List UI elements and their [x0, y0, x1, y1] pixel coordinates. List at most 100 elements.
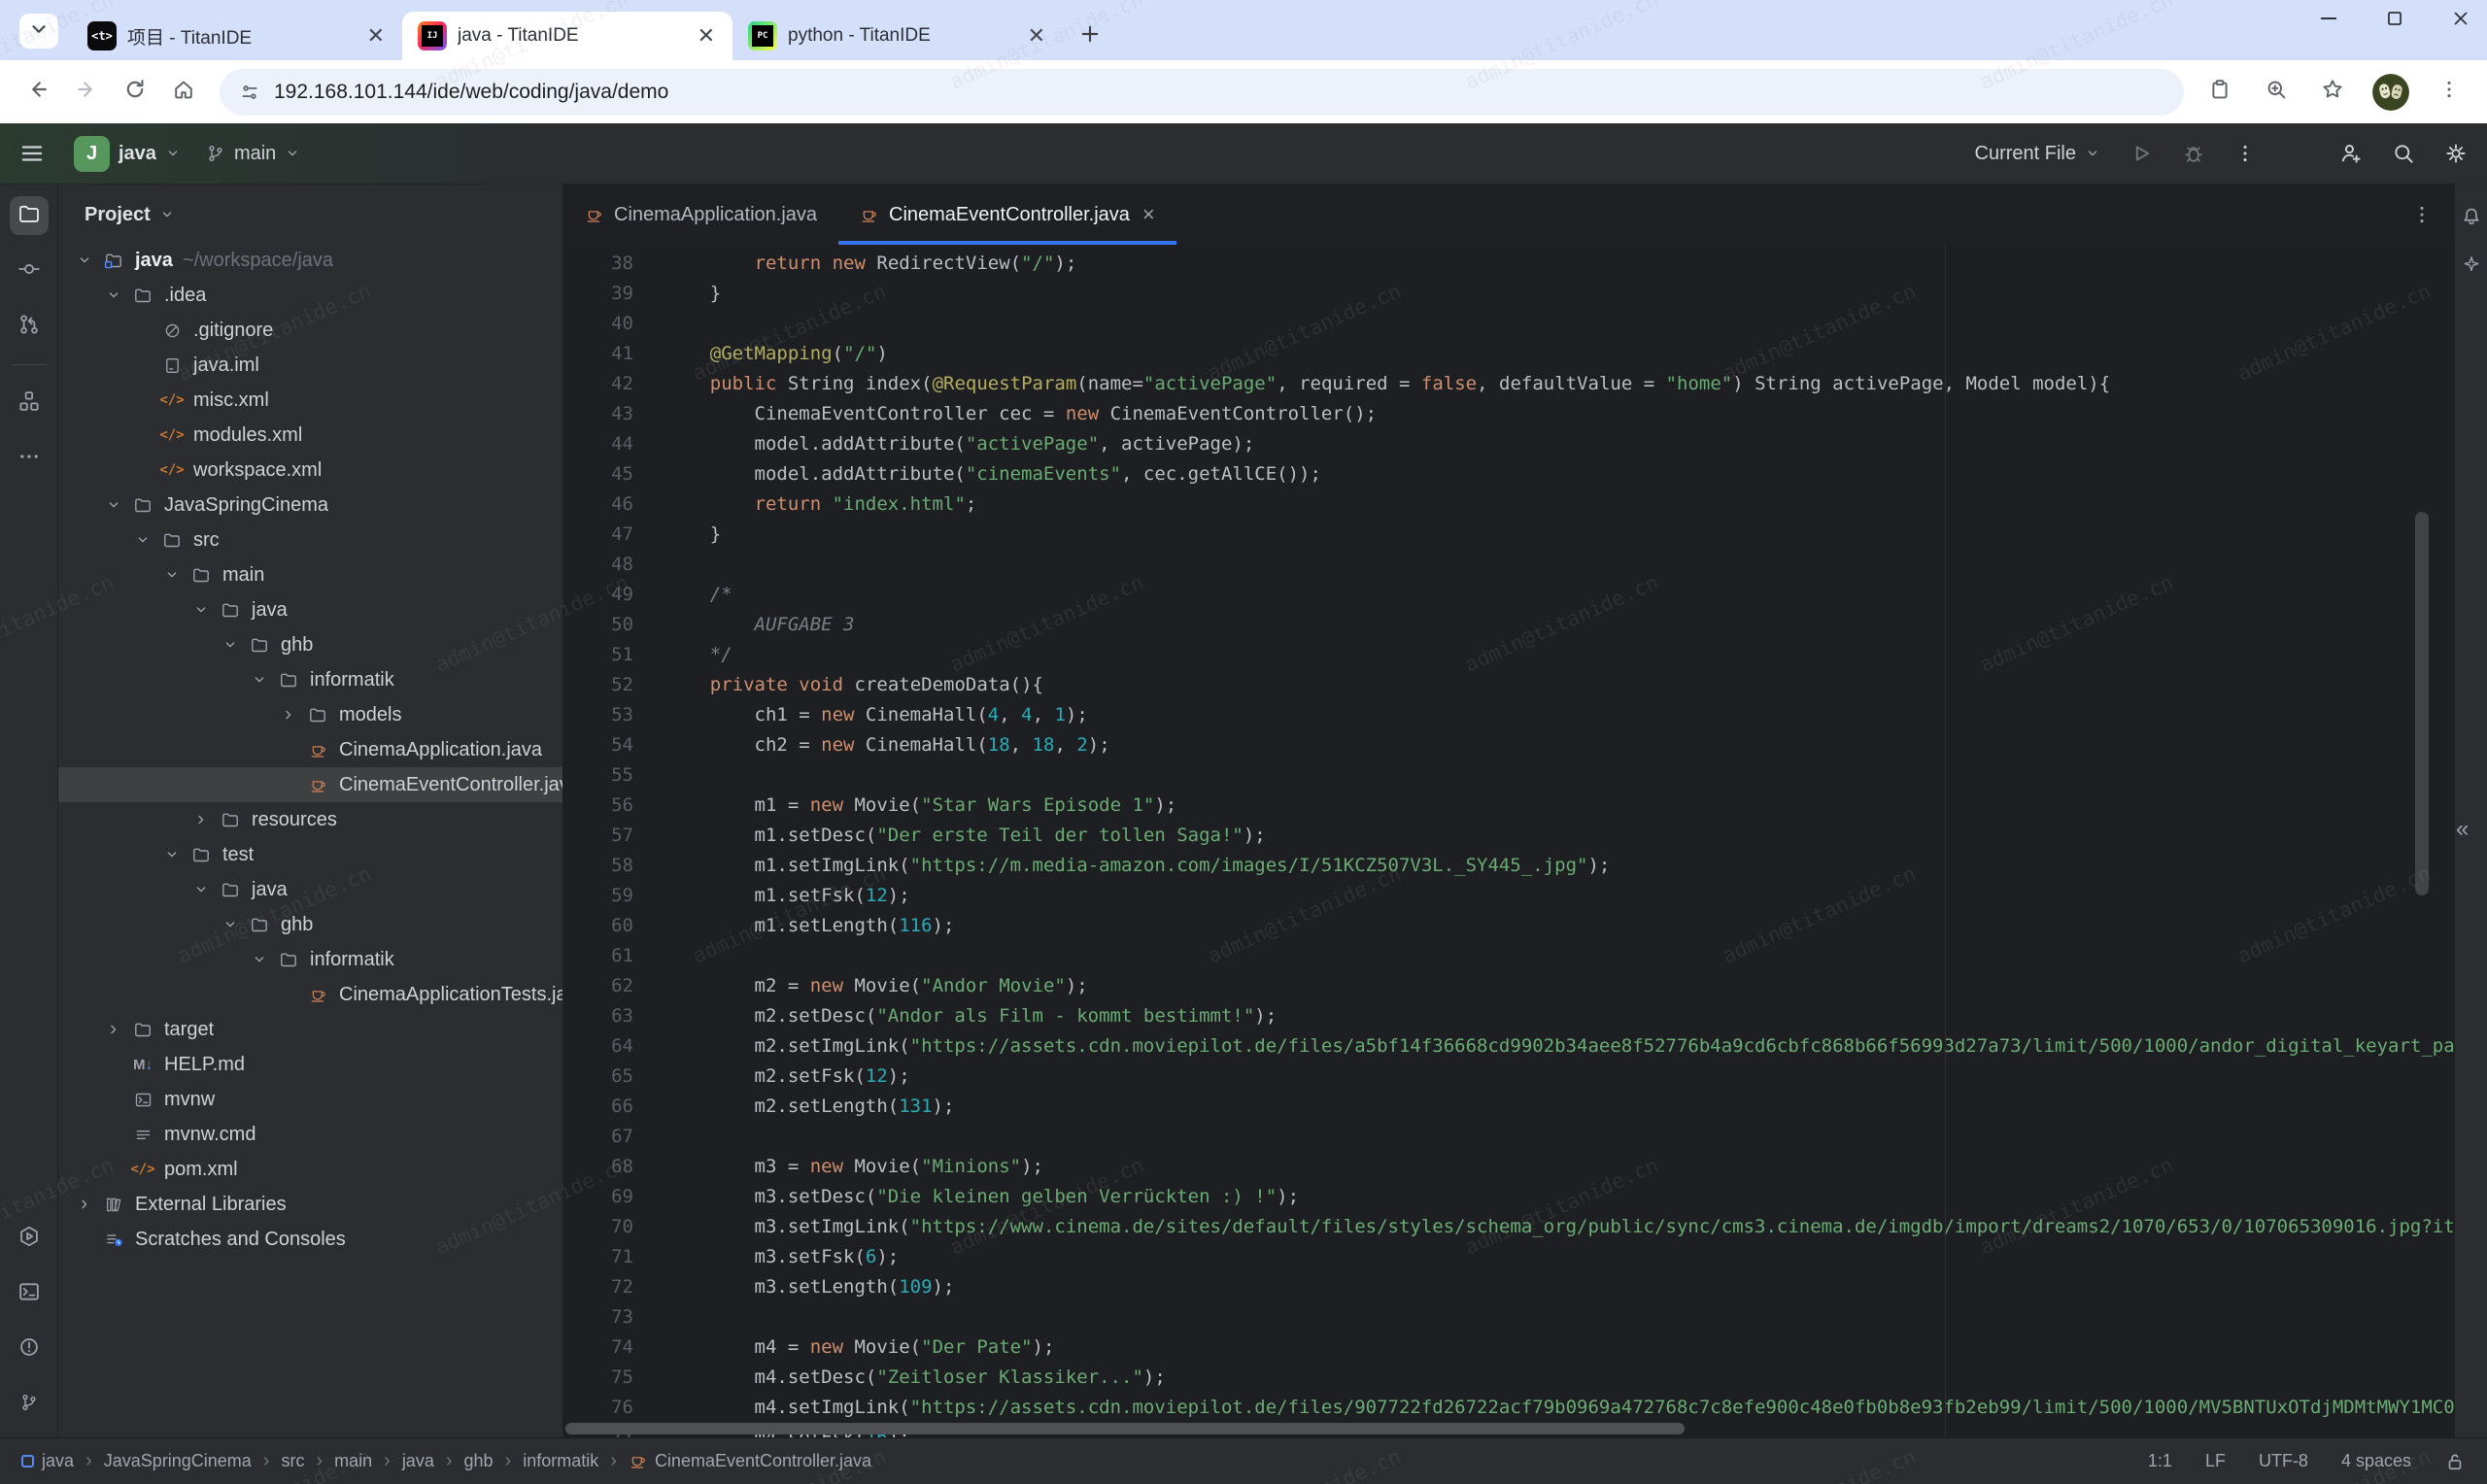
line-number[interactable]: 66: [563, 1092, 633, 1122]
horizontal-scrollbar[interactable]: [565, 1423, 1685, 1434]
search-everywhere-button[interactable]: [2392, 142, 2415, 165]
tree-item-mvnw-cmd[interactable]: mvnw.cmd: [58, 1117, 562, 1152]
code-line-66[interactable]: 66 m2.setLength(131);: [563, 1092, 2454, 1122]
browser-tab[interactable]: PC python - TitanIDE ✕: [732, 12, 1063, 60]
tree-item-main[interactable]: main: [58, 557, 562, 592]
bookmark-button[interactable]: [2308, 69, 2357, 116]
code-line-45[interactable]: 45 model.addAttribute("cinemaEvents", ce…: [563, 459, 2454, 489]
code-line-51[interactable]: 51 */: [563, 640, 2454, 670]
line-number[interactable]: 58: [563, 851, 633, 881]
code-line-61[interactable]: 61: [563, 941, 2454, 971]
tree-item-cinemaapplicationtests-java[interactable]: CinemaApplicationTests.java: [58, 977, 562, 1012]
tree-item-java-iml[interactable]: java.iml: [58, 348, 562, 383]
indent-setting[interactable]: 4 spaces: [2341, 1451, 2411, 1471]
line-number[interactable]: 48: [563, 550, 633, 580]
tree-item-java[interactable]: java~/workspace/java: [58, 243, 562, 278]
problems-tool-button[interactable]: [10, 1330, 49, 1368]
caret-position[interactable]: 1:1: [2148, 1451, 2172, 1471]
code-line-47[interactable]: 47 }: [563, 520, 2454, 550]
profile-avatar[interactable]: [2372, 74, 2409, 111]
code-line-74[interactable]: 74 m4 = new Movie("Der Pate");: [563, 1332, 2454, 1363]
code-line-43[interactable]: 43 CinemaEventController cec = new Cinem…: [563, 399, 2454, 429]
code-line-70[interactable]: 70 m3.setImgLink("https://www.cinema.de/…: [563, 1212, 2454, 1242]
tree-item-resources[interactable]: resources: [58, 802, 562, 837]
tree-item-misc-xml[interactable]: </> misc.xml: [58, 383, 562, 418]
code-line-55[interactable]: 55: [563, 760, 2454, 791]
window-minimize-button[interactable]: [2316, 6, 2341, 31]
line-number[interactable]: 76: [563, 1393, 633, 1423]
line-number[interactable]: 46: [563, 489, 633, 520]
notifications-button[interactable]: [2461, 206, 2482, 227]
structure-tool-button[interactable]: [10, 384, 49, 422]
code-line-76[interactable]: 76 m4.setImgLink("https://assets.cdn.mov…: [563, 1393, 2454, 1423]
chevron-down-icon[interactable]: [187, 602, 216, 618]
code-line-65[interactable]: 65 m2.setFsk(12);: [563, 1062, 2454, 1092]
tab-close-icon[interactable]: ✕: [361, 23, 391, 49]
breadcrumb-item[interactable]: ghb: [464, 1451, 494, 1471]
project-tool-button[interactable]: [10, 196, 49, 235]
code-line-50[interactable]: 50 AUFGABE 3: [563, 610, 2454, 640]
code-line-46[interactable]: 46 return "index.html";: [563, 489, 2454, 520]
tree-item-help-md[interactable]: M↓ HELP.md: [58, 1047, 562, 1082]
code-line-67[interactable]: 67: [563, 1122, 2454, 1152]
code-line-42[interactable]: 42 public String index(@RequestParam(nam…: [563, 369, 2454, 399]
code-line-64[interactable]: 64 m2.setImgLink("https://assets.cdn.mov…: [563, 1031, 2454, 1062]
tree-item-modules-xml[interactable]: </> modules.xml: [58, 418, 562, 453]
services-tool-button[interactable]: [10, 1219, 49, 1258]
line-number[interactable]: 49: [563, 580, 633, 610]
line-number[interactable]: 75: [563, 1363, 633, 1393]
code-line-38[interactable]: 38 return new RedirectView("/");: [563, 249, 2454, 279]
browser-menu-button[interactable]: [2425, 69, 2473, 116]
code-line-53[interactable]: 53 ch1 = new CinemaHall(4, 4, 1);: [563, 700, 2454, 730]
tree-item-cinemaapplication-java[interactable]: CinemaApplication.java: [58, 732, 562, 767]
chevron-down-icon[interactable]: [245, 952, 274, 967]
tree-item-java[interactable]: java: [58, 592, 562, 627]
commit-tool-button[interactable]: [10, 252, 49, 290]
code-line-69[interactable]: 69 m3.setDesc("Die kleinen gelben Verrüc…: [563, 1182, 2454, 1212]
code-line-48[interactable]: 48: [563, 550, 2454, 580]
collapse-panel-button[interactable]: «: [2456, 816, 2469, 843]
code-line-68[interactable]: 68 m3 = new Movie("Minions");: [563, 1152, 2454, 1182]
line-number[interactable]: 40: [563, 309, 633, 339]
line-number[interactable]: 72: [563, 1272, 633, 1302]
chevron-right-icon[interactable]: [274, 707, 303, 723]
project-widget[interactable]: J java: [74, 136, 181, 172]
breadcrumb-item[interactable]: main: [334, 1451, 372, 1471]
chevron-down-icon[interactable]: [70, 253, 99, 268]
tree-item-informatik[interactable]: informatik: [58, 942, 562, 977]
line-number[interactable]: 47: [563, 520, 633, 550]
tab-close-icon[interactable]: ✕: [1022, 23, 1051, 49]
code-line-54[interactable]: 54 ch2 = new CinemaHall(18, 18, 2);: [563, 730, 2454, 760]
code-line-58[interactable]: 58 m1.setImgLink("https://m.media-amazon…: [563, 851, 2454, 881]
code-line-56[interactable]: 56 m1 = new Movie("Star Wars Episode 1")…: [563, 791, 2454, 821]
code-with-me-button[interactable]: [2339, 142, 2363, 165]
chevron-down-icon[interactable]: [99, 287, 128, 303]
chevron-down-icon[interactable]: [216, 637, 245, 653]
chevron-right-icon[interactable]: [187, 812, 216, 827]
line-number[interactable]: 61: [563, 941, 633, 971]
run-configuration-selector[interactable]: Current File: [1975, 143, 2100, 165]
tree-item-java[interactable]: java: [58, 872, 562, 907]
tree-item-ghb[interactable]: ghb: [58, 627, 562, 662]
line-number[interactable]: 62: [563, 971, 633, 1001]
code-line-41[interactable]: 41 @GetMapping("/"): [563, 339, 2454, 369]
line-number[interactable]: 56: [563, 791, 633, 821]
url-text[interactable]: 192.168.101.144/ide/web/coding/java/demo: [274, 81, 668, 104]
line-number[interactable]: 70: [563, 1212, 633, 1242]
address-bar[interactable]: 192.168.101.144/ide/web/coding/java/demo: [220, 69, 2184, 116]
window-close-button[interactable]: [2448, 6, 2473, 31]
line-number[interactable]: 41: [563, 339, 633, 369]
line-number[interactable]: 42: [563, 369, 633, 399]
line-number[interactable]: 45: [563, 459, 633, 489]
code-line-40[interactable]: 40: [563, 309, 2454, 339]
breadcrumb-item[interactable]: JavaSpringCinema: [104, 1451, 252, 1471]
code-line-71[interactable]: 71 m3.setFsk(6);: [563, 1242, 2454, 1272]
chevron-right-icon[interactable]: [70, 1197, 99, 1212]
main-menu-button[interactable]: [19, 141, 45, 166]
chevron-down-icon[interactable]: [245, 672, 274, 688]
chevron-down-icon[interactable]: [99, 497, 128, 513]
vcs-widget[interactable]: main: [206, 143, 300, 165]
line-number[interactable]: 53: [563, 700, 633, 730]
code-line-49[interactable]: 49 /*: [563, 580, 2454, 610]
breadcrumb-item[interactable]: CinemaEventController.java: [629, 1451, 871, 1471]
